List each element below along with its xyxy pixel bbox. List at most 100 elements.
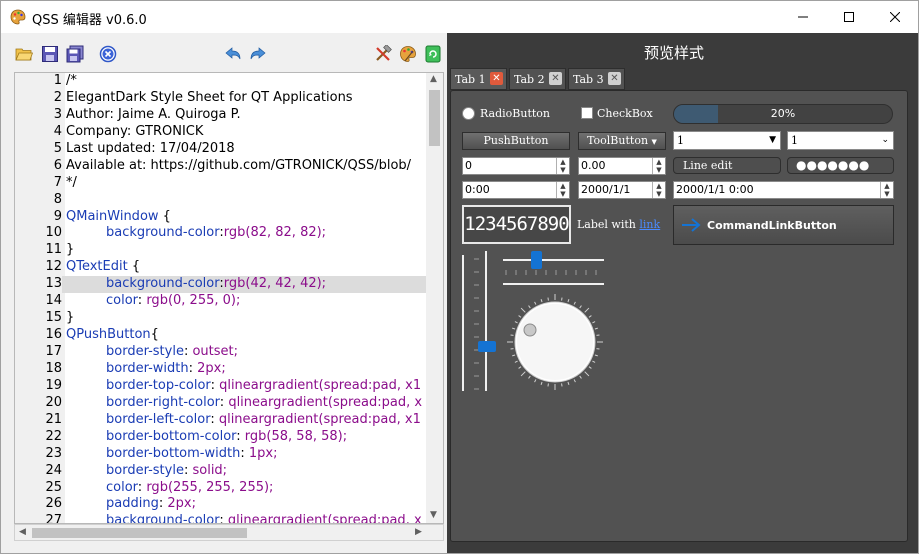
tab-1[interactable]: Tab 1 ✕	[450, 68, 507, 90]
code-line[interactable]: 1 /*	[15, 73, 427, 90]
vertical-scrollbar[interactable]: ▲ ▼	[426, 73, 443, 523]
code-line[interactable]: 10 background-color:rgb(82, 82, 82);	[15, 225, 427, 243]
undo-button[interactable]	[223, 44, 243, 64]
close-file-button[interactable]	[98, 44, 118, 64]
close-button[interactable]	[872, 1, 918, 33]
tool-button[interactable]: ToolButton ▼	[578, 132, 666, 150]
dial-tick	[512, 354, 516, 357]
scroll-right-icon[interactable]: ▶	[415, 527, 422, 537]
tab-2[interactable]: Tab 2 ✕	[509, 68, 566, 90]
code-line[interactable]: 7 */	[15, 174, 427, 192]
radio-button[interactable]	[462, 107, 475, 120]
value: rgb(255, 255, 255);	[142, 479, 274, 495]
horizontal-slider-handle[interactable]	[531, 251, 542, 269]
scroll-up-icon[interactable]: ▲	[430, 74, 437, 84]
code-line[interactable]: 19 border-top-color: qlineargradient(spre…	[15, 377, 427, 395]
password-field[interactable]: ●●●●●●●	[787, 157, 894, 174]
code-line[interactable]: 23 border-bottom-width: 1px;	[15, 445, 427, 463]
dial-tick	[534, 379, 537, 383]
code-line[interactable]: 21 border-left-color: qlineargradient(spr…	[15, 411, 427, 429]
datetime-value: 2000/1/1 0:00	[676, 183, 754, 196]
dial-tick	[520, 371, 526, 377]
open-folder-icon	[15, 48, 33, 61]
spin-arrows-icon[interactable]: ▲ ▼	[556, 182, 569, 198]
line-edit[interactable]: Line edit	[673, 157, 781, 174]
double-spin-box[interactable]: 0.00 ▲ ▼	[578, 157, 666, 175]
code-line[interactable]: 20 border-right-color: qlineargradient(sp…	[15, 394, 427, 412]
date-edit[interactable]: 2000/1/1 ▲ ▼	[578, 181, 666, 199]
code-line[interactable]: 6 Available at: https://github.com/GTRONI…	[15, 157, 427, 175]
vertical-scroll-thumb[interactable]	[429, 90, 440, 146]
command-link-label: CommandLinkButton	[707, 219, 837, 232]
link[interactable]: link	[639, 218, 660, 231]
code-text: */	[66, 174, 77, 190]
tab-close-icon[interactable]: ✕	[549, 72, 562, 85]
line-number: 23	[15, 445, 62, 463]
code-line[interactable]: 26 padding: 2px;	[15, 496, 427, 514]
code-line[interactable]: 16 QPushButton{	[15, 327, 427, 344]
tab-3[interactable]: Tab 3 ✕	[568, 68, 625, 90]
push-button[interactable]: PushButton	[462, 132, 570, 150]
tab-close-icon[interactable]: ✕	[490, 72, 503, 85]
horizontal-slider[interactable]	[503, 251, 604, 285]
tab-close-icon[interactable]: ✕	[608, 72, 621, 85]
code-line[interactable]: 24 border-style: solid;	[15, 462, 427, 480]
spin-arrows-icon[interactable]: ▲ ▼	[880, 182, 893, 198]
code-line[interactable]: 12 QTextEdit {	[15, 259, 427, 277]
code-line[interactable]: 4 Company: GTRONICK	[15, 123, 427, 141]
code-line[interactable]: 5 Last updated: 17/04/2018	[15, 140, 427, 158]
maximize-button[interactable]	[826, 1, 872, 33]
code-text: border-right-color: qlineargradient(spre…	[66, 395, 426, 412]
dial-tick	[573, 301, 576, 305]
command-link-button[interactable]: CommandLinkButton	[673, 205, 894, 245]
save-all-button[interactable]	[65, 44, 85, 64]
combo-box-2[interactable]: 1 ⌄	[787, 131, 894, 150]
dial-tick	[584, 307, 590, 313]
datetime-edit[interactable]: 2000/1/1 0:00 ▲ ▼	[673, 181, 894, 199]
open-button[interactable]	[14, 44, 34, 64]
dial-tick	[573, 379, 576, 383]
title-bar: QSS 编辑器 v0.6.0	[1, 1, 918, 33]
code-line[interactable]: 15}	[15, 310, 427, 328]
spin-arrows-icon[interactable]: ▲ ▼	[652, 158, 665, 174]
value: 2px;	[193, 360, 226, 376]
code-line[interactable]: 11}	[15, 242, 427, 260]
property: border-bottom-width	[106, 445, 241, 461]
spin-arrows-icon[interactable]: ▲ ▼	[652, 182, 665, 198]
undo-icon	[225, 47, 241, 60]
scroll-down-icon[interactable]: ▼	[430, 510, 437, 520]
palette-app-icon	[10, 9, 26, 25]
vertical-slider[interactable]	[462, 251, 496, 391]
dial[interactable]	[507, 294, 603, 390]
code-line[interactable]: 14 color: rgb(0, 255, 0);	[15, 293, 427, 311]
spin-arrows-icon[interactable]: ▲ ▼	[556, 158, 569, 174]
code-line[interactable]: 9 QMainWindow {	[15, 208, 427, 226]
combo-box-1[interactable]: 1 ▼	[673, 131, 781, 150]
label-text: Label with	[577, 218, 640, 231]
refresh-button[interactable]	[423, 44, 443, 64]
code-text: }	[66, 242, 75, 258]
checkbox[interactable]	[581, 107, 593, 119]
code-line[interactable]: 25 color: rgb(255, 255, 255);	[15, 479, 427, 497]
code-line[interactable]: 13 background-color:rgb(42, 42, 42);	[15, 276, 427, 294]
code-line[interactable]: 17 border-style: outset;	[15, 344, 427, 361]
vertical-slider-handle[interactable]	[478, 341, 496, 352]
spin-box[interactable]: 0 ▲ ▼	[462, 157, 570, 175]
save-button[interactable]	[40, 44, 60, 64]
code-line[interactable]: 2 ElegantDark Style Sheet for QT Applicat…	[15, 89, 427, 107]
code-line[interactable]: 22 border-bottom-color: rgb(58, 58, 58);	[15, 428, 427, 446]
scroll-left-icon[interactable]: ◀	[19, 527, 26, 537]
code-line[interactable]: 8	[15, 191, 427, 209]
code-line[interactable]: 3 Author: Jaime A. Quiroga P.	[15, 106, 427, 124]
code-editor[interactable]: 1/* 2 ElegantDark Style Sheet for QT Appli…	[14, 72, 444, 524]
code-line[interactable]: 27 background-color: qlineargradient(spre…	[15, 513, 427, 523]
horizontal-scrollbar[interactable]: ◀ ▶	[14, 524, 444, 541]
redo-button[interactable]	[248, 44, 268, 64]
tools-button[interactable]	[373, 44, 393, 64]
code-line[interactable]: 18 border-width: 2px;	[15, 360, 427, 378]
palette-button[interactable]	[398, 44, 418, 64]
minimize-button[interactable]	[780, 1, 826, 33]
horizontal-scroll-thumb[interactable]	[32, 528, 247, 538]
sliders-and-dial	[462, 251, 604, 391]
time-edit[interactable]: 0:00 ▲ ▼	[462, 181, 570, 199]
